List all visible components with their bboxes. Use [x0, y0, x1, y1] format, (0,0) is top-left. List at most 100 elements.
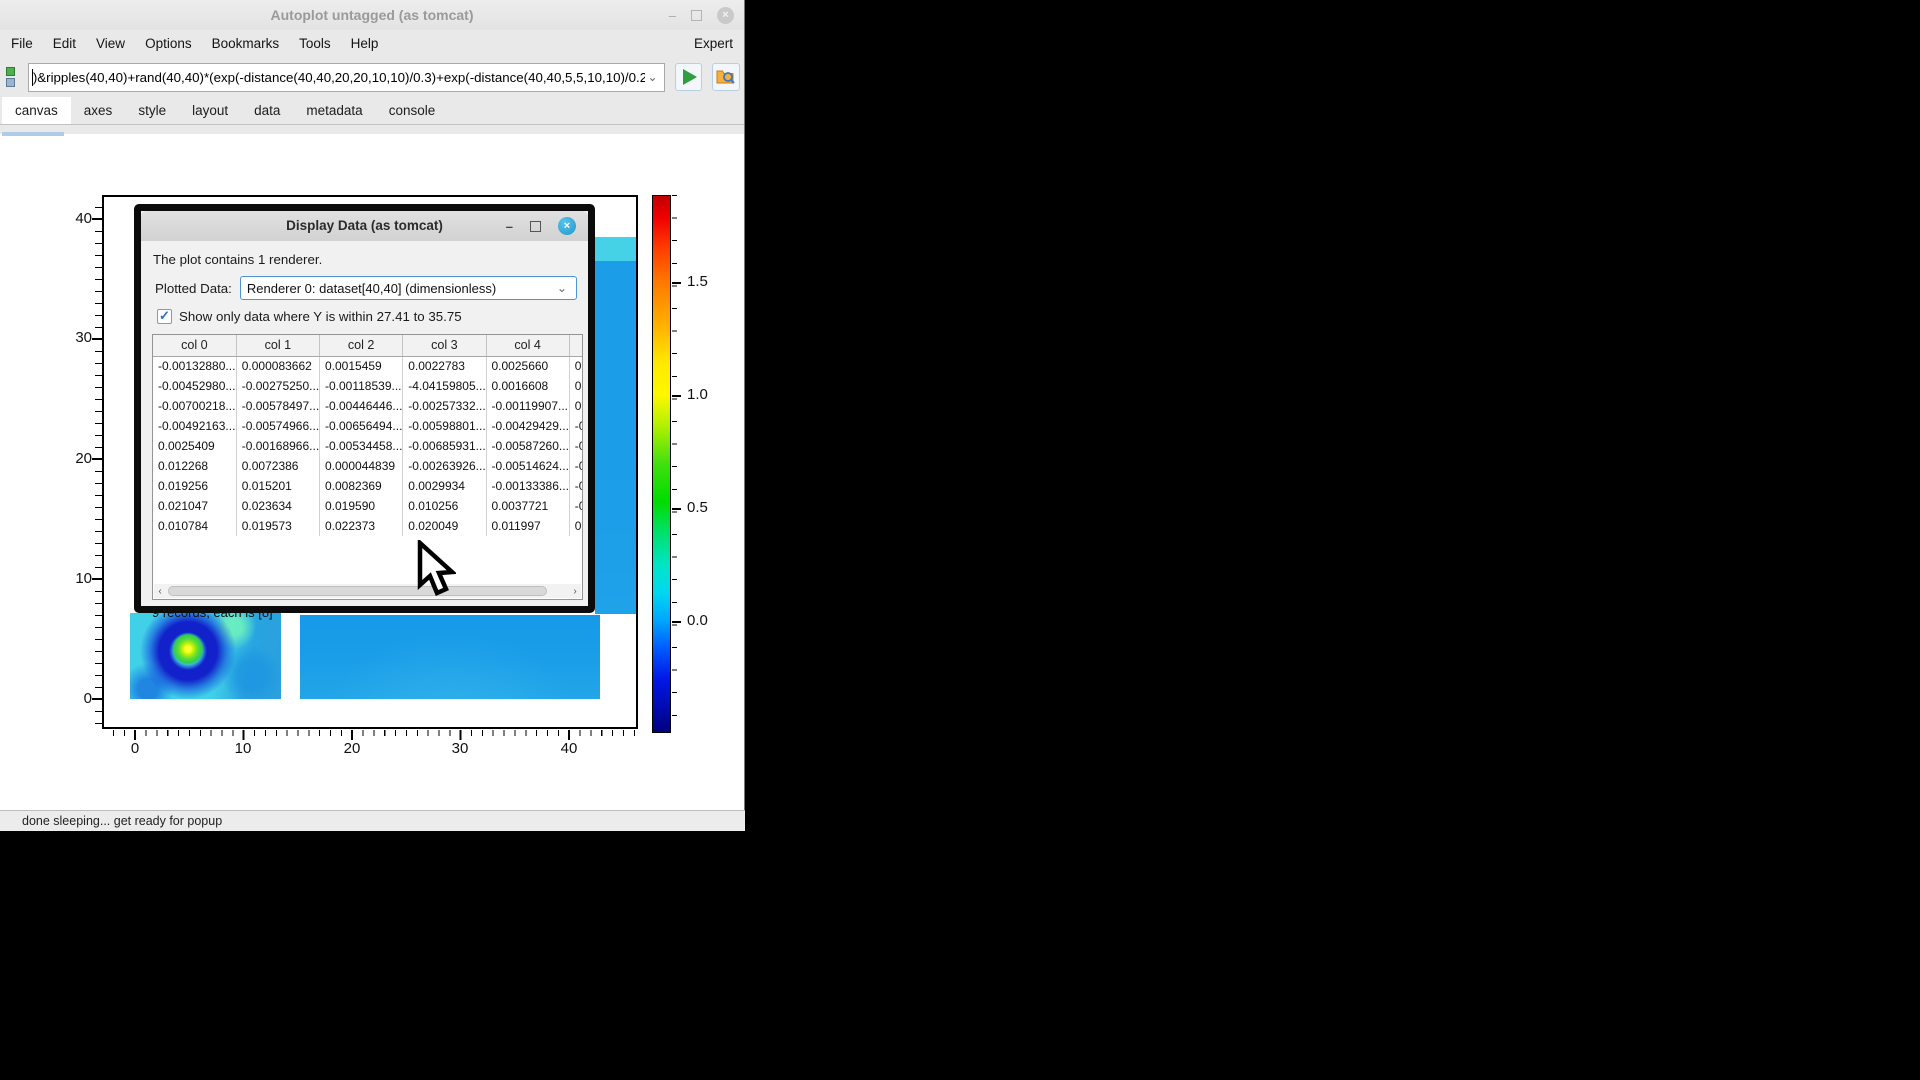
table-cell[interactable]: -0.00514624...	[486, 456, 569, 476]
maximize-icon[interactable]	[691, 10, 702, 21]
table-cell[interactable]: 0.0016608	[486, 376, 569, 396]
menu-options[interactable]: Options	[145, 36, 192, 51]
table-cell[interactable]: 0.012268	[153, 456, 236, 476]
dialog-titlebar[interactable]: Display Data (as tomcat) – ×	[141, 211, 588, 241]
table-cell[interactable]: 0.010784	[153, 516, 236, 536]
table-cell[interactable]: -0.0	[569, 456, 583, 476]
table-cell[interactable]: -0.00587260...	[486, 436, 569, 456]
table-cell[interactable]: -4.04159805...	[403, 376, 486, 396]
table-cell[interactable]: 0.0082369	[320, 476, 403, 496]
column-header[interactable]: col 4	[486, 335, 569, 356]
table-cell[interactable]: 0.00	[569, 376, 583, 396]
table-cell[interactable]: 0.00	[569, 396, 583, 416]
table-row[interactable]: -0.00492163...-0.00574966...-0.00656494.…	[153, 416, 583, 436]
dialog-close-icon[interactable]: ×	[558, 217, 576, 235]
table-row[interactable]: 0.0192560.0152010.00823690.0029934-0.001…	[153, 476, 583, 496]
table-cell[interactable]: -0.00578497...	[236, 396, 319, 416]
dialog-maximize-icon[interactable]	[530, 221, 541, 232]
table-row[interactable]: -0.00452980...-0.00275250...-0.00118539.…	[153, 376, 583, 396]
table-cell[interactable]: 0.015201	[236, 476, 319, 496]
table-cell[interactable]: 0.010256	[403, 496, 486, 516]
table-cell[interactable]: -0.00263926...	[403, 456, 486, 476]
tab-console[interactable]: console	[376, 97, 449, 124]
data-table-container[interactable]: col 0 col 1 col 2 col 3 col 4 -0.0013288…	[152, 334, 583, 600]
table-cell[interactable]: 0.000044839	[320, 456, 403, 476]
table-row[interactable]: -0.00132880...0.0000836620.00154590.0022…	[153, 356, 583, 376]
table-cell[interactable]: -0.00492163...	[153, 416, 236, 436]
scroll-right-icon[interactable]: ›	[569, 586, 581, 597]
y-filter-checkbox[interactable]: ✓	[157, 309, 172, 324]
tab-layout[interactable]: layout	[179, 97, 241, 124]
uri-input[interactable]: )&ripples(40,40)+rand(40,40)*(exp(-dista…	[28, 63, 665, 92]
table-cell[interactable]: -0.00598801...	[403, 416, 486, 436]
table-cell[interactable]: 0.00	[569, 516, 583, 536]
table-cell[interactable]: 0.019573	[236, 516, 319, 536]
column-header[interactable]	[569, 335, 583, 356]
menu-bookmarks[interactable]: Bookmarks	[212, 36, 280, 51]
menu-file[interactable]: File	[11, 36, 33, 51]
expert-mode-label[interactable]: Expert	[694, 36, 733, 51]
table-cell[interactable]: 0.019256	[153, 476, 236, 496]
column-header[interactable]: col 2	[320, 335, 403, 356]
table-cell[interactable]: -0.0	[569, 436, 583, 456]
table-cell[interactable]: 0.00	[569, 356, 583, 376]
table-cell[interactable]: -0.00168966...	[236, 436, 319, 456]
table-cell[interactable]: 0.011997	[486, 516, 569, 536]
tab-style[interactable]: style	[125, 97, 179, 124]
table-cell[interactable]: -0.00132880...	[153, 356, 236, 376]
table-cell[interactable]: 0.022373	[320, 516, 403, 536]
horizontal-scrollbar[interactable]: ‹ ›	[154, 584, 581, 598]
table-cell[interactable]: 0.021047	[153, 496, 236, 516]
table-cell[interactable]: -0.0	[569, 416, 583, 436]
table-cell[interactable]: -0.0	[569, 476, 583, 496]
table-cell[interactable]: -0.00534458...	[320, 436, 403, 456]
table-cell[interactable]: -0.00429429...	[486, 416, 569, 436]
table-cell[interactable]: -0.00656494...	[320, 416, 403, 436]
scroll-left-icon[interactable]: ‹	[154, 586, 166, 597]
table-cell[interactable]: -0.0	[569, 496, 583, 516]
table-cell[interactable]: -0.00275250...	[236, 376, 319, 396]
dialog-minimize-icon[interactable]: –	[506, 219, 513, 234]
column-header[interactable]: col 0	[153, 335, 236, 356]
table-cell[interactable]: -0.00119907...	[486, 396, 569, 416]
table-cell[interactable]: 0.0072386	[236, 456, 319, 476]
table-cell[interactable]: 0.023634	[236, 496, 319, 516]
table-row[interactable]: 0.0122680.00723860.000044839-0.00263926.…	[153, 456, 583, 476]
table-cell[interactable]: -0.00257332...	[403, 396, 486, 416]
table-cell[interactable]: -0.00700218...	[153, 396, 236, 416]
table-cell[interactable]: 0.0037721	[486, 496, 569, 516]
menu-view[interactable]: View	[96, 36, 125, 51]
minimize-icon[interactable]: –	[669, 9, 676, 22]
tab-canvas[interactable]: canvas	[2, 97, 71, 124]
uri-text[interactable]: )&ripples(40,40)+rand(40,40)*(exp(-dista…	[33, 70, 645, 85]
tab-axes[interactable]: axes	[71, 97, 126, 124]
table-cell[interactable]: 0.0025660	[486, 356, 569, 376]
chevron-down-icon[interactable]: ⌄	[645, 70, 661, 84]
table-cell[interactable]: -0.00685931...	[403, 436, 486, 456]
table-cell[interactable]: 0.0029934	[403, 476, 486, 496]
table-cell[interactable]: 0.0022783	[403, 356, 486, 376]
column-header[interactable]: col 1	[236, 335, 319, 356]
inspect-uri-button[interactable]	[712, 63, 740, 91]
table-cell[interactable]: 0.0015459	[320, 356, 403, 376]
tab-metadata[interactable]: metadata	[293, 97, 375, 124]
table-row[interactable]: 0.0025409-0.00168966...-0.00534458...-0.…	[153, 436, 583, 456]
table-cell[interactable]: -0.00574966...	[236, 416, 319, 436]
table-cell[interactable]: -0.00118539...	[320, 376, 403, 396]
table-cell[interactable]: -0.00446446...	[320, 396, 403, 416]
table-row[interactable]: -0.00700218...-0.00578497...-0.00446446.…	[153, 396, 583, 416]
scrollbar-thumb[interactable]	[168, 586, 547, 596]
menu-help[interactable]: Help	[351, 36, 379, 51]
table-cell[interactable]: 0.019590	[320, 496, 403, 516]
menu-tools[interactable]: Tools	[299, 36, 331, 51]
column-header[interactable]: col 3	[403, 335, 486, 356]
table-cell[interactable]: -0.00452980...	[153, 376, 236, 396]
close-icon[interactable]: ×	[717, 7, 734, 24]
table-cell[interactable]: 0.0025409	[153, 436, 236, 456]
table-row[interactable]: 0.0107840.0195730.0223730.0200490.011997…	[153, 516, 583, 536]
renderer-select[interactable]: Renderer 0: dataset[40,40] (dimensionles…	[240, 276, 577, 300]
tab-data[interactable]: data	[241, 97, 293, 124]
table-cell[interactable]: -0.00133386...	[486, 476, 569, 496]
plot-go-button[interactable]	[675, 63, 703, 91]
scrollbar-track[interactable]	[166, 585, 569, 597]
